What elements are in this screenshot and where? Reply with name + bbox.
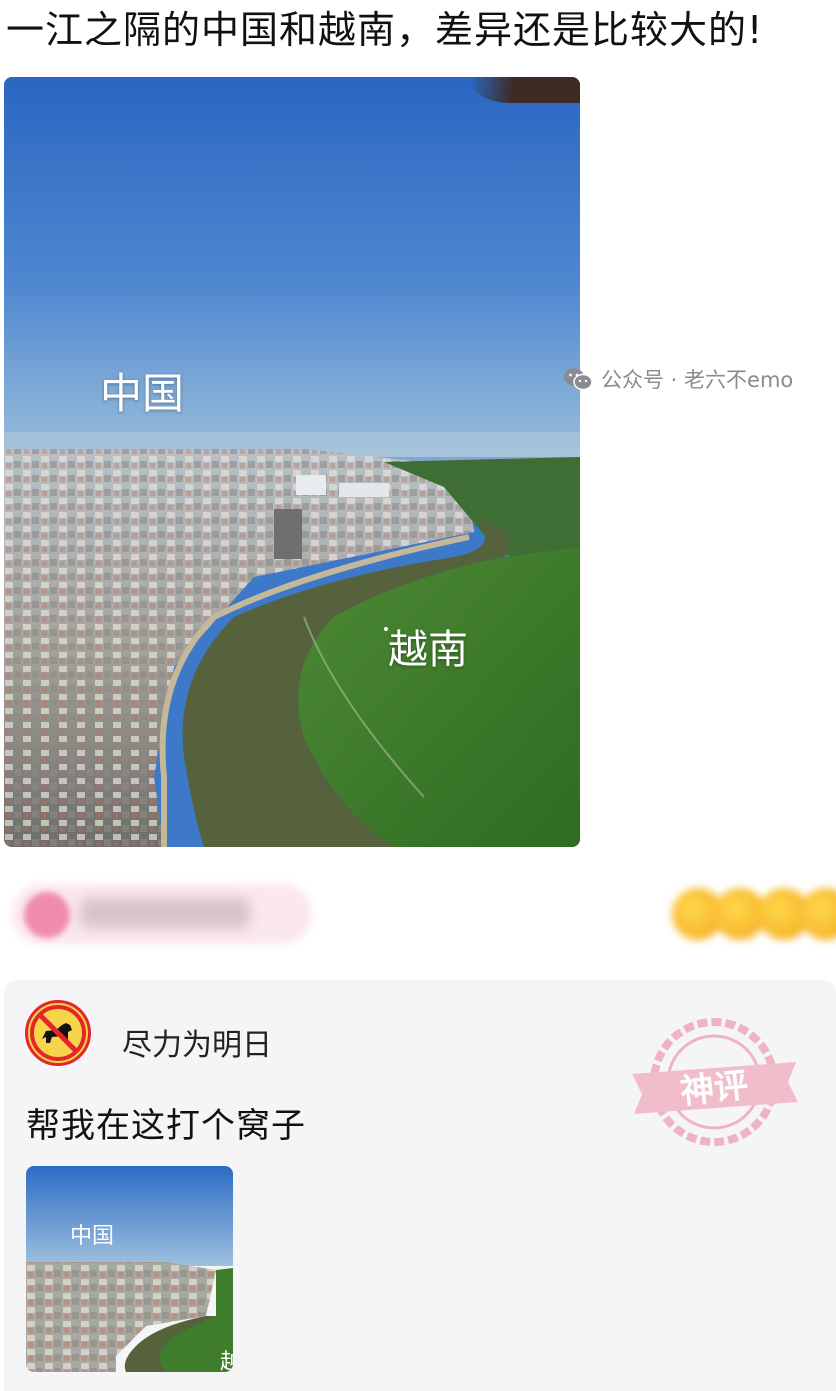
wechat-icon	[564, 368, 593, 391]
aerial-landscape-image	[4, 77, 580, 847]
comment-image-thumbnail[interactable]: 中国 越	[26, 1166, 233, 1372]
watermark-text: 公众号 · 老六不emo	[601, 368, 794, 392]
blurred-avatar	[24, 892, 70, 938]
blurred-username	[80, 898, 250, 928]
post-photo[interactable]: 中国 越南	[4, 77, 580, 847]
no-dog-icon[interactable]	[25, 1000, 91, 1066]
thumbnail-label-cut: 越	[220, 1350, 233, 1372]
comment-text: 帮我在这打个窝子	[26, 1106, 306, 1146]
thumbnail-label-china: 中国	[70, 1224, 115, 1249]
post-title: 一江之隔的中国和越南，差异还是比较大的!	[6, 8, 764, 52]
blurred-emoji-reactions[interactable]	[666, 884, 836, 944]
watermark: 公众号 · 老六不emo	[563, 364, 793, 394]
photo-label-vietnam: 越南	[388, 627, 468, 673]
featured-comment-stamp: 神评	[632, 1018, 798, 1146]
photo-label-china: 中国	[100, 369, 185, 418]
reaction-bar	[0, 870, 836, 960]
commenter-username[interactable]: 尽力为明日	[122, 1020, 272, 1064]
stamp-text: 神评	[678, 1066, 750, 1113]
comment-card[interactable]: 尽力为明日 帮我在这打个窝子 神评 中国 越	[4, 980, 836, 1391]
